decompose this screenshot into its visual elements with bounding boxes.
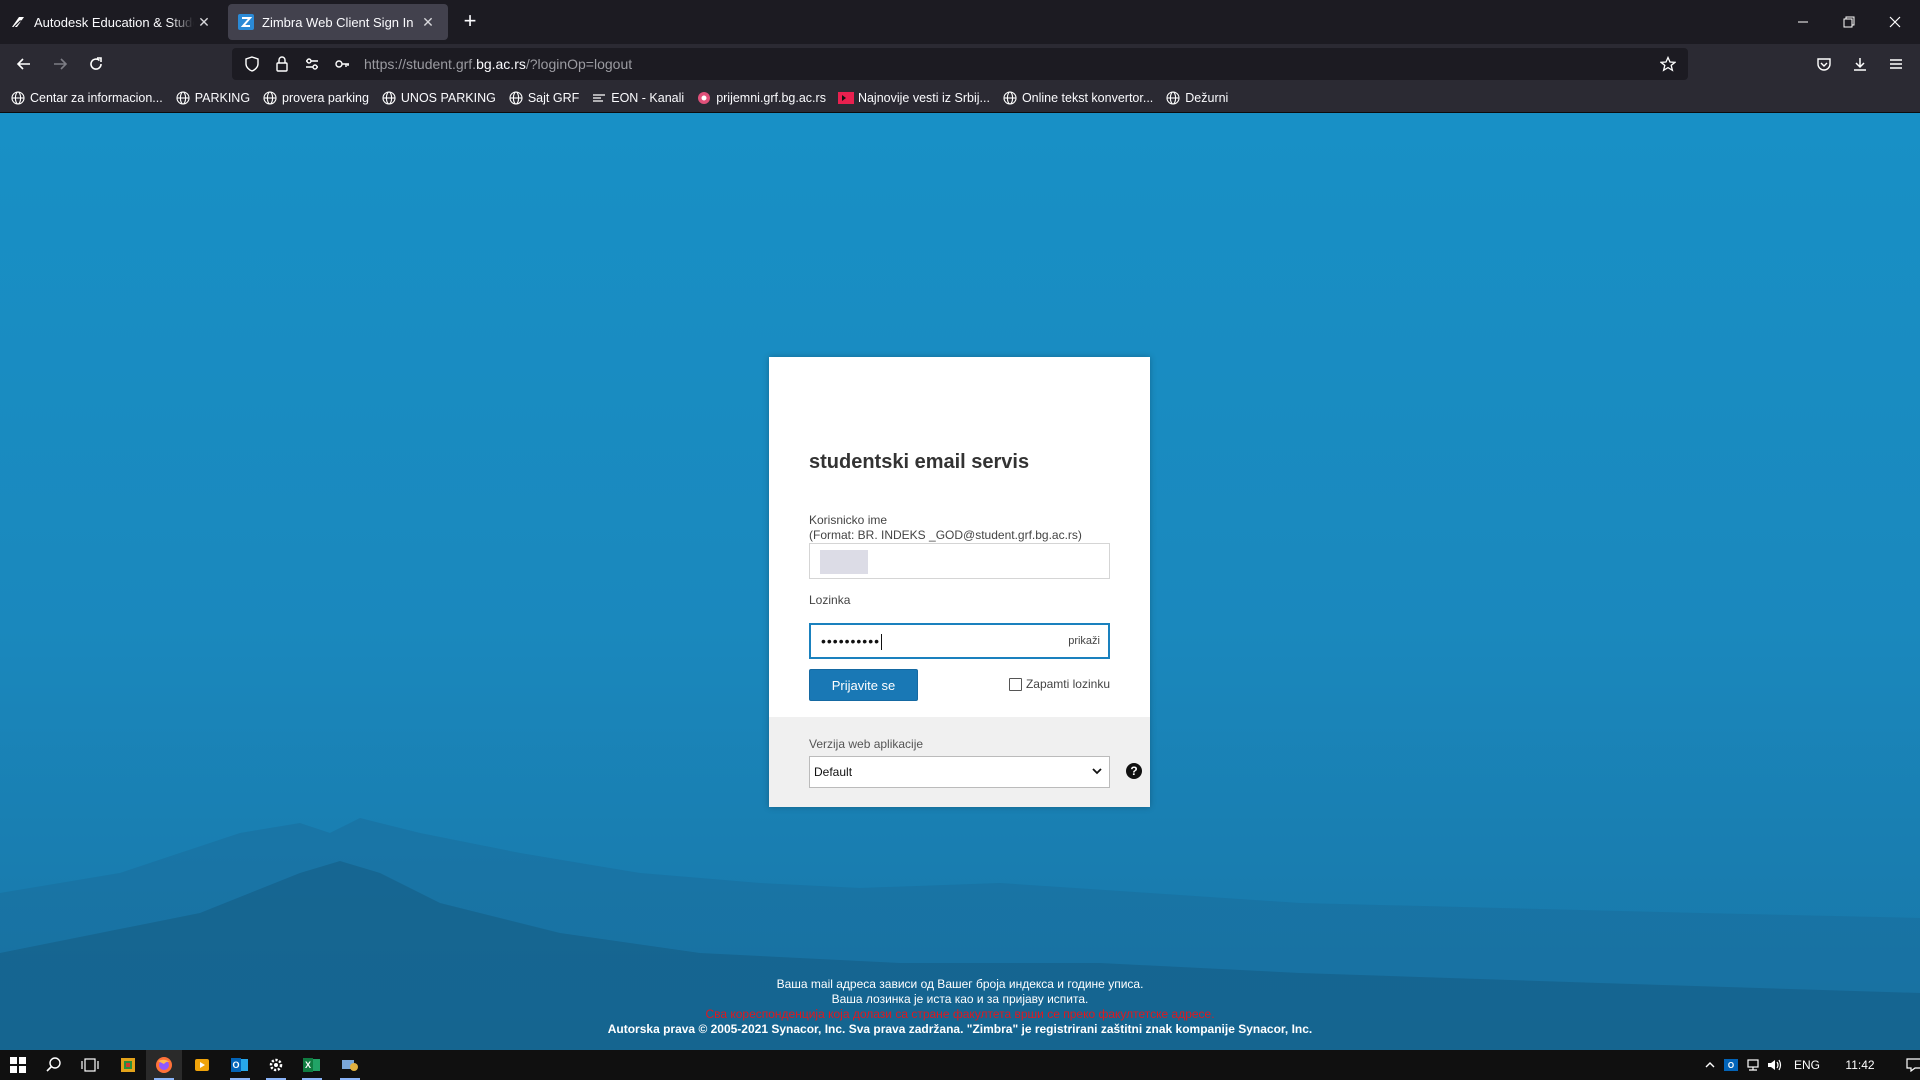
footer-note-email: Ваша mail адреса зависи од Вашег броја и… (776, 977, 1144, 991)
list-icon (591, 90, 607, 106)
autodesk-icon (10, 14, 26, 30)
close-window-button[interactable] (1872, 0, 1918, 44)
login-button[interactable]: Prijavite se (809, 669, 918, 701)
username-label: Korisnicko ime (Format: BR. INDEKS _GOD@… (809, 513, 1082, 542)
minimize-window-button[interactable] (1780, 0, 1826, 44)
bookmark-item[interactable]: Centar za informacion... (10, 90, 163, 106)
pink-circle-icon (696, 90, 712, 106)
key-icon[interactable] (330, 52, 354, 76)
lock-icon[interactable] (270, 52, 294, 76)
globe-icon (1002, 90, 1018, 106)
footer-copyright: Autorska prava © 2005-2021 Synacor, Inc.… (607, 1022, 1313, 1036)
forward-button[interactable] (46, 50, 74, 78)
network-icon[interactable] (1742, 1058, 1764, 1072)
search-icon[interactable] (36, 1050, 72, 1080)
version-section: Verzija web aplikacije Default ? (769, 717, 1150, 807)
svg-text:O: O (1728, 1061, 1734, 1070)
task-view-icon[interactable] (72, 1050, 108, 1080)
page-title: studentski email servis (809, 451, 1030, 473)
media-player-icon[interactable] (184, 1050, 220, 1080)
version-select[interactable]: Default (809, 756, 1110, 788)
start-button[interactable] (0, 1050, 36, 1080)
system-tray: O ENG 11:42 (1700, 1050, 1920, 1080)
pocket-icon[interactable] (1810, 50, 1838, 78)
tab-autodesk[interactable]: Autodesk Education & Student A ✕ (0, 4, 224, 40)
bookmark-item[interactable]: EON - Kanali (591, 90, 684, 106)
username-format-hint: (Format: BR. INDEKS _GOD@student.grf.bg.… (809, 528, 1082, 542)
globe-icon (381, 90, 397, 106)
bookmark-item[interactable]: Sajt GRF (508, 90, 579, 106)
windows-taskbar: O X O ENG 11:42 (0, 1050, 1920, 1080)
close-tab-icon[interactable]: ✕ (194, 12, 214, 32)
remember-password[interactable]: Zapamti lozinku (1008, 677, 1110, 691)
tracking-shield-icon[interactable] (240, 52, 264, 76)
firefox-icon[interactable] (146, 1050, 182, 1080)
navigation-toolbar: https://student.grf.bg.ac.rs/?loginOp=lo… (0, 44, 1920, 84)
close-tab-icon[interactable]: ✕ (418, 12, 438, 32)
globe-icon (262, 90, 278, 106)
notifications-icon[interactable] (1902, 1058, 1920, 1072)
globe-icon (508, 90, 524, 106)
password-input[interactable]: •••••••••• prikaži (809, 623, 1110, 659)
tab-zimbra[interactable]: Zimbra Web Client Sign In ✕ (228, 4, 448, 40)
chevron-up-icon[interactable] (1700, 1059, 1720, 1071)
downloads-icon[interactable] (1846, 50, 1874, 78)
tab-title: Autodesk Education & Student A (34, 14, 194, 30)
remember-label: Zapamti lozinku (1025, 677, 1110, 691)
remote-app-icon[interactable] (332, 1050, 368, 1080)
input-language[interactable]: ENG (1792, 1058, 1822, 1072)
bookmark-item[interactable]: UNOS PARKING (381, 90, 496, 106)
globe-icon (10, 90, 26, 106)
bookmarks-toolbar: Centar za informacion... PARKING provera… (0, 84, 1920, 113)
news-icon (837, 90, 854, 106)
address-bar[interactable]: https://student.grf.bg.ac.rs/?loginOp=lo… (232, 48, 1688, 80)
version-label: Verzija web aplikacije (809, 737, 924, 751)
bookmark-star-icon[interactable] (1656, 52, 1680, 76)
permissions-icon[interactable] (300, 52, 324, 76)
help-icon[interactable]: ? (1126, 763, 1142, 779)
bookmark-item[interactable]: Online tekst konvertor... (1002, 90, 1153, 106)
globe-icon (1165, 90, 1181, 106)
chevron-down-icon (1091, 765, 1103, 780)
reload-button[interactable] (82, 50, 110, 78)
bookmark-item[interactable]: Najnovije vesti iz Srbij... (837, 90, 990, 106)
app-icon-colorful[interactable] (110, 1050, 146, 1080)
bookmark-item[interactable]: provera parking (262, 90, 369, 106)
excel-icon[interactable]: X (294, 1050, 330, 1080)
svg-text:O: O (232, 1060, 239, 1070)
settings-gear-icon[interactable] (258, 1050, 294, 1080)
footer-note-password: Ваша лозинка је иста као и за пријаву ис… (831, 992, 1089, 1006)
new-tab-button[interactable]: + (458, 10, 482, 34)
clock[interactable]: 11:42 (1840, 1058, 1880, 1072)
redacted-username (820, 550, 868, 574)
bookmark-item[interactable]: Dežurni (1165, 90, 1228, 106)
bookmark-item[interactable]: prijemni.grf.bg.ac.rs (696, 90, 826, 106)
footer-warning: Сва кореспонденција која долази са стран… (705, 1007, 1215, 1021)
password-value: •••••••••• (821, 633, 881, 649)
outlook-icon[interactable]: O (222, 1050, 258, 1080)
svg-text:X: X (305, 1060, 311, 1070)
tab-strip: Autodesk Education & Student A ✕ Zimbra … (0, 0, 1920, 44)
tab-title: Zimbra Web Client Sign In (262, 14, 414, 30)
restore-window-button[interactable] (1826, 0, 1872, 44)
back-button[interactable] (10, 50, 38, 78)
zimbra-icon (238, 14, 254, 30)
username-input[interactable] (809, 543, 1110, 579)
outlook-tray-icon[interactable]: O (1720, 1059, 1742, 1071)
bookmark-item[interactable]: PARKING (175, 90, 250, 106)
remember-checkbox[interactable] (1008, 677, 1022, 691)
globe-icon (175, 90, 191, 106)
password-label: Lozinka (809, 593, 851, 607)
app-menu-icon[interactable] (1882, 50, 1910, 78)
url-text[interactable]: https://student.grf.bg.ac.rs/?loginOp=lo… (364, 56, 632, 72)
show-password-toggle[interactable]: prikaži (1068, 635, 1100, 647)
login-card: studentski email servis Korisnicko ime (… (769, 357, 1150, 807)
volume-icon[interactable] (1764, 1058, 1786, 1072)
login-page: studentski email servis Korisnicko ime (… (0, 113, 1920, 1050)
